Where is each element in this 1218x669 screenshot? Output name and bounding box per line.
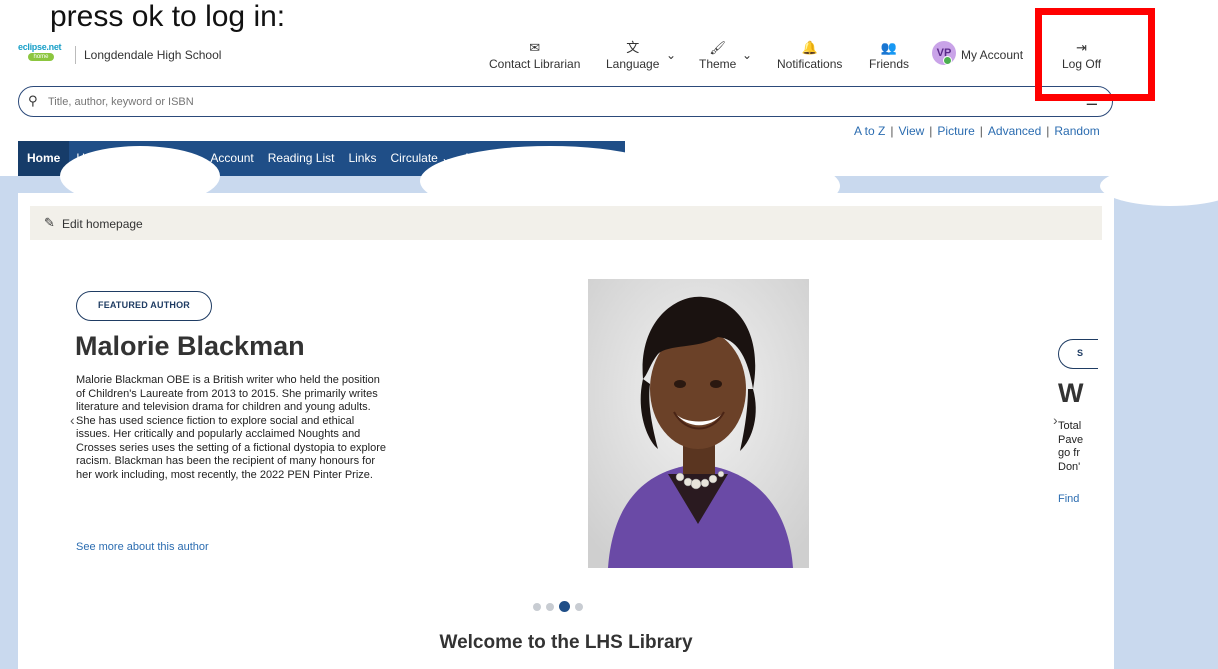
chevron-down-icon: ⌄: [666, 48, 677, 62]
author-portrait-image: [588, 279, 809, 568]
nav-links[interactable]: Links: [341, 141, 383, 176]
carousel-dot[interactable]: [546, 602, 554, 611]
next-slide-title: W: [1058, 378, 1084, 408]
cloud-decoration: [1100, 166, 1218, 206]
carousel-dots: [533, 598, 588, 616]
contact-librarian-button[interactable]: ✉ Contact Librarian: [489, 40, 580, 72]
author-name: Malorie Blackman: [75, 331, 305, 361]
instruction-text: press ok to log in:: [50, 0, 286, 33]
view-link[interactable]: View: [898, 124, 924, 138]
bell-icon: 🔔: [801, 40, 818, 55]
notifications-button[interactable]: 🔔 Notifications: [777, 40, 842, 72]
pencil-icon: ✎: [44, 215, 55, 230]
author-photo: [588, 279, 809, 568]
search-mode-links: A to Z | View | Picture | Advanced | Random: [854, 124, 1100, 138]
random-link[interactable]: Random: [1054, 124, 1099, 138]
picture-link[interactable]: Picture: [937, 124, 974, 138]
eclipse-logo[interactable]: eclipse.net home: [18, 42, 70, 62]
next-slide-badge: S: [1058, 339, 1098, 369]
online-status-dot: [943, 56, 952, 65]
next-slide-text: Total Pave go fr Don': [1058, 420, 1084, 473]
carousel-prev-icon[interactable]: ‹: [70, 412, 75, 428]
see-more-author-link[interactable]: See more about this author: [76, 541, 209, 553]
carousel-dot-active[interactable]: [559, 601, 570, 613]
translate-icon: 文: [626, 40, 640, 55]
avatar[interactable]: VP: [932, 41, 956, 65]
language-button[interactable]: 文 Language: [606, 40, 659, 72]
friends-button[interactable]: 👥 Friends: [869, 40, 909, 72]
highlight-box: [1035, 8, 1155, 101]
carousel-next-icon[interactable]: ›: [1053, 412, 1058, 428]
chevron-down-icon: ⌄: [742, 48, 753, 62]
edit-homepage-bar[interactable]: ✎ Edit homepage: [30, 206, 1102, 240]
carousel-dot[interactable]: [575, 602, 583, 611]
paint-roller-icon: 🖌: [709, 40, 726, 55]
school-name: Longdendale High School: [84, 48, 222, 62]
next-slide-link[interactable]: Find: [1058, 493, 1079, 505]
welcome-heading: Welcome to the LHS Library: [439, 632, 693, 653]
author-bio: Malorie Blackman OBE is a British writer…: [76, 374, 386, 481]
mail-icon: ✉: [529, 40, 541, 55]
friends-icon: 👥: [880, 40, 898, 55]
search-icon[interactable]: ⚲: [28, 93, 38, 109]
featured-author-badge: FEATURED AUTHOR: [76, 291, 212, 321]
my-account-menu[interactable]: My Account: [961, 48, 1023, 62]
logo-divider: [75, 46, 76, 64]
search-bar: ⚲ ☰: [18, 86, 1113, 117]
nav-reading-list[interactable]: Reading List: [261, 141, 342, 176]
search-input[interactable]: [46, 92, 1050, 112]
a-to-z-link[interactable]: A to Z: [854, 124, 885, 138]
carousel-dot[interactable]: [533, 602, 541, 611]
theme-button[interactable]: 🖌 Theme: [699, 40, 736, 72]
advanced-link[interactable]: Advanced: [988, 124, 1041, 138]
